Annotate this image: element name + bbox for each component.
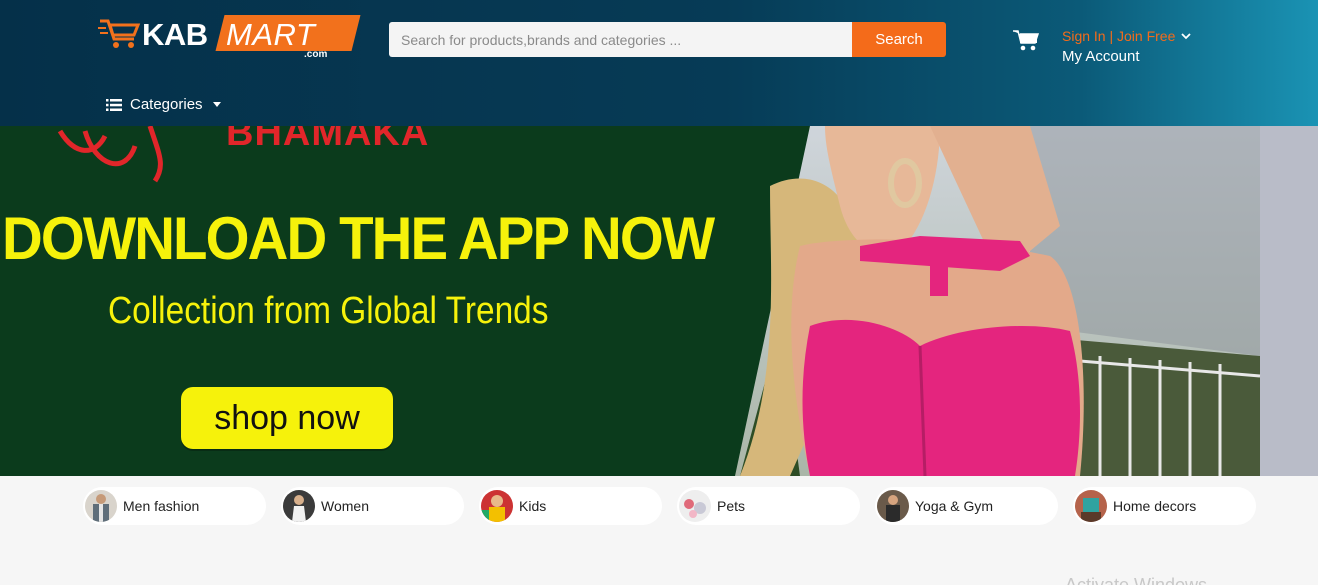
category-label: Men fashion [123,498,200,514]
banner-subheadline: Collection from Global Trends [108,290,549,332]
categories-label: Categories [130,96,203,113]
account-menu[interactable]: Sign In | Join Free My Account [1062,28,1192,65]
logo-com-text: .com [304,49,328,60]
signin-join-link[interactable]: Sign In | Join Free [1062,28,1192,44]
category-label: Women [321,498,369,514]
pets-thumb-icon [679,490,711,522]
chevron-down-icon [1181,33,1192,40]
category-label: Pets [717,498,746,514]
logo-kab-text: KAB [142,17,208,52]
category-label: Yoga & Gym [915,498,994,514]
search-input[interactable] [389,22,852,57]
activate-windows-watermark: Activate Windows [1065,575,1208,585]
shop-now-button[interactable]: shop now [181,387,393,449]
category-label: Home decors [1113,498,1197,514]
caret-down-icon [212,102,221,107]
list-icon [106,98,122,111]
site-header: KAB MART .com Search Sign In | Join Free… [0,0,1318,126]
category-pill-pets[interactable]: Pets [677,487,860,525]
men-fashion-thumb-icon [85,490,117,522]
category-label: Kids [519,498,547,514]
category-pill-kids[interactable]: Kids [479,487,662,525]
search-button[interactable]: Search [852,22,946,57]
logo-cart-icon [98,19,141,48]
shopping-cart-icon[interactable] [1013,29,1039,51]
home-decors-thumb-icon [1075,490,1107,522]
kids-thumb-icon [481,490,513,522]
category-pill-men-fashion[interactable]: Men fashion [83,487,266,525]
category-pill-yoga-gym[interactable]: Yoga & Gym [875,487,1058,525]
banner-model-photo [735,126,1318,476]
women-thumb-icon [283,490,315,522]
banner-headline: DOWNLOAD THE APP NOW [2,205,715,272]
my-account-label[interactable]: My Account [1062,48,1191,65]
banner-script-graphic [57,126,163,183]
category-pill-home-decors[interactable]: Home decors [1073,487,1256,525]
search-bar: Search [389,22,946,57]
categories-menu-button[interactable]: Categories [106,96,221,113]
banner-top-text: BHAMAKA [226,126,430,154]
logo-mart-text: MART [226,17,316,52]
yoga-gym-thumb-icon [877,490,909,522]
signin-label: Sign In | Join Free [1062,28,1176,44]
promo-banner[interactable]: BHAMAKA DOWNLOAD THE APP NOW Collection … [0,126,1318,476]
category-pill-women[interactable]: Women [281,487,464,525]
category-pills: Men fashion Women Kids Pets Yoga & Gym H… [83,487,1256,525]
kabmart-logo[interactable]: KAB MART .com [98,13,361,61]
